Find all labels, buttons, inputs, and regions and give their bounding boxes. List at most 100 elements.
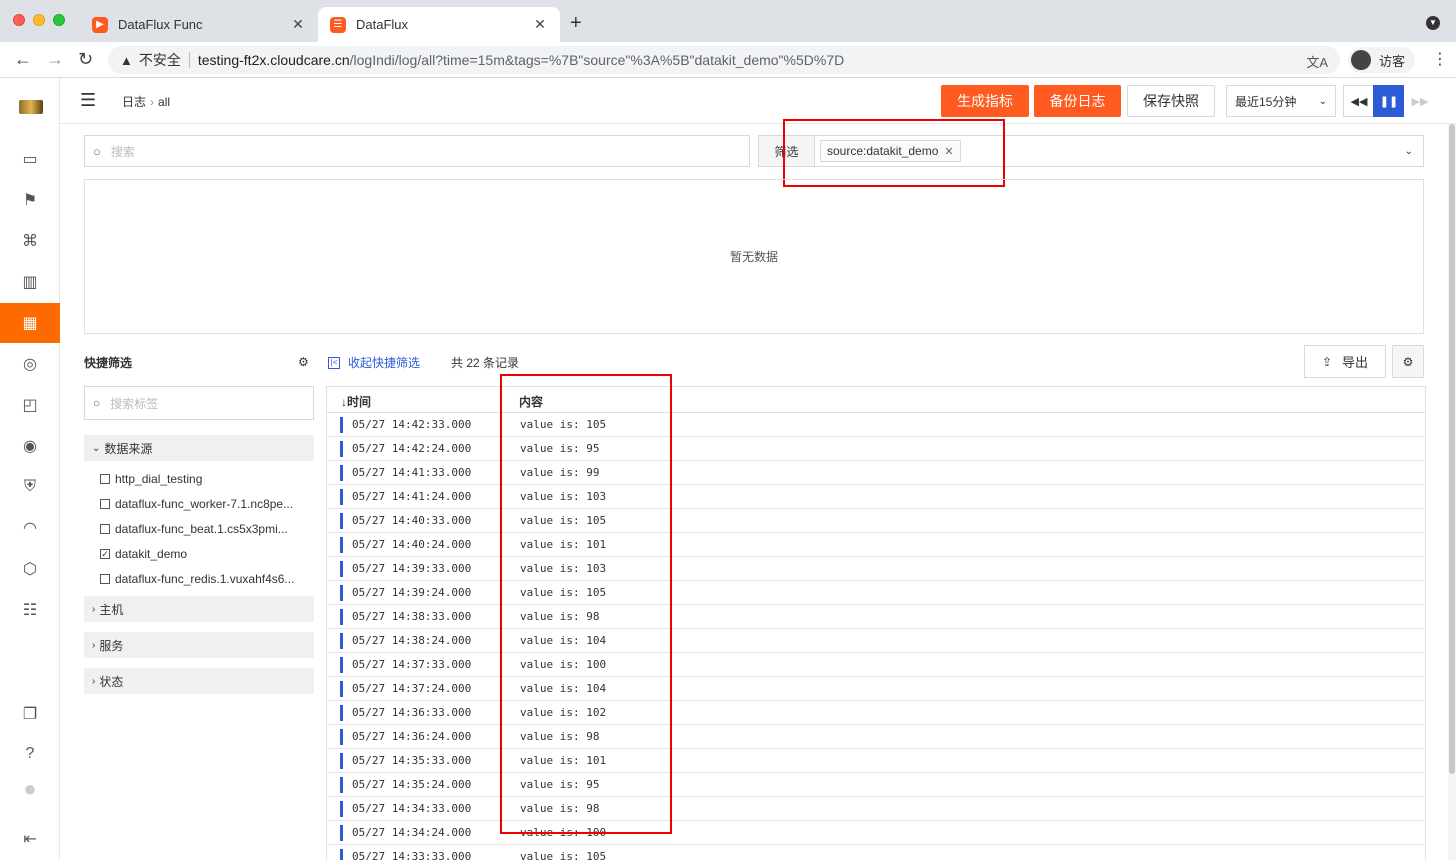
- table-row[interactable]: 05/27 14:41:33.000 value is: 99: [327, 461, 1425, 485]
- reload-icon[interactable]: ↻: [78, 50, 93, 68]
- remove-tag-icon[interactable]: ✕: [944, 145, 953, 158]
- table-row[interactable]: 05/27 14:39:33.000 value is: 103: [327, 557, 1425, 581]
- table-row[interactable]: 05/27 14:38:33.000 value is: 98: [327, 605, 1425, 629]
- help-icon[interactable]: ?: [0, 734, 60, 774]
- row-time: 05/27 14:37:33.000: [352, 658, 472, 671]
- close-tab-icon[interactable]: ✕: [532, 16, 548, 33]
- group-service[interactable]: › 服务: [84, 632, 314, 658]
- monitor-icon[interactable]: ▭: [0, 139, 60, 179]
- shield-icon[interactable]: ⛨: [0, 467, 60, 507]
- gear-icon[interactable]: ⚙: [298, 355, 309, 369]
- gear-icon: ⚙: [1402, 354, 1414, 369]
- collapse-menu-icon[interactable]: ⇤: [0, 819, 60, 859]
- facet-item[interactable]: dataflux-func_redis.1.vuxahf4s6...: [100, 572, 312, 586]
- export-button[interactable]: ⇪ 导出: [1304, 345, 1386, 378]
- tab-search-icon[interactable]: ▼: [1426, 16, 1440, 30]
- status-indicator: [340, 681, 343, 697]
- dataflux-favicon-icon: ☰: [330, 16, 346, 33]
- browser-tab-dataflux[interactable]: ☰ DataFlux ✕: [318, 7, 560, 42]
- forward-arrow-icon[interactable]: →: [46, 50, 64, 68]
- dial-icon[interactable]: ◠: [0, 508, 60, 548]
- table-row[interactable]: 05/27 14:35:24.000 value is: 95: [327, 773, 1425, 797]
- chevron-down-icon[interactable]: ⌄: [1405, 146, 1413, 157]
- filter-input[interactable]: 筛选 source:datakit_demo ✕ ⌄: [758, 135, 1424, 167]
- checkbox[interactable]: [100, 524, 110, 534]
- minimize-window-button[interactable]: [33, 14, 45, 26]
- facet-item[interactable]: http_dial_testing: [100, 472, 312, 486]
- table-row[interactable]: 05/27 14:40:24.000 value is: 101: [327, 533, 1425, 557]
- cube-icon[interactable]: ⬡: [0, 549, 60, 589]
- fast-forward-button[interactable]: ▶▶: [1404, 85, 1436, 117]
- search-input[interactable]: ○ 搜索: [84, 135, 750, 167]
- table-row[interactable]: 05/27 14:42:33.000 value is: 105: [327, 413, 1425, 437]
- generate-metric-button[interactable]: 生成指标: [941, 85, 1029, 117]
- broadcast-icon[interactable]: ◉: [0, 426, 60, 466]
- row-content: value is: 101: [520, 538, 607, 551]
- table-row[interactable]: 05/27 14:34:33.000 value is: 98: [327, 797, 1425, 821]
- facet-item[interactable]: dataflux-func_worker-7.1.nc8pe...: [100, 497, 312, 511]
- pause-button[interactable]: ❚❚: [1373, 85, 1405, 117]
- menu-icon[interactable]: ☰: [80, 90, 96, 111]
- table-row[interactable]: 05/27 14:41:24.000 value is: 103: [327, 485, 1425, 509]
- table-row[interactable]: 05/27 14:34:24.000 value is: 100: [327, 821, 1425, 845]
- flag-icon[interactable]: ⚑: [0, 180, 60, 220]
- command-icon[interactable]: ⌘: [0, 221, 60, 261]
- workspace-logo[interactable]: [19, 100, 43, 114]
- filter-tag[interactable]: source:datakit_demo ✕: [820, 140, 961, 162]
- collapse-quick-filter-link[interactable]: |< 收起快捷筛选: [328, 354, 420, 371]
- app-sidebar: ▭ ⚑ ⌘ ▥ ▦ ◎ ◰ ◉ ⛨ ◠ ⬡ ☷ ❐ ? ● ⇤: [0, 78, 60, 860]
- insecure-label[interactable]: 不安全: [139, 50, 181, 70]
- checkbox[interactable]: [100, 499, 110, 509]
- row-content: value is: 100: [520, 658, 607, 671]
- table-row[interactable]: 05/27 14:37:33.000 value is: 100: [327, 653, 1425, 677]
- facet-item[interactable]: ✓ datakit_demo: [100, 547, 312, 561]
- target-icon[interactable]: ◎: [0, 344, 60, 384]
- table-row[interactable]: 05/27 14:36:33.000 value is: 102: [327, 701, 1425, 725]
- checkbox[interactable]: [100, 474, 110, 484]
- translate-icon[interactable]: 文A: [1306, 52, 1328, 71]
- table-row[interactable]: 05/27 14:40:33.000 value is: 105: [327, 509, 1425, 533]
- log-calendar-icon[interactable]: ▦: [0, 303, 60, 343]
- table-row[interactable]: 05/27 14:36:24.000 value is: 98: [327, 725, 1425, 749]
- row-content: value is: 98: [520, 802, 600, 815]
- row-time: 05/27 14:41:33.000: [352, 466, 472, 479]
- bar-chart-icon[interactable]: ▥: [0, 262, 60, 302]
- group-data-source[interactable]: ⌄ 数据来源: [84, 435, 314, 461]
- close-window-button[interactable]: [13, 14, 25, 26]
- url-bar[interactable]: ▲ 不安全 testing-ft2x.cloudcare.cn/logIndi/…: [108, 46, 1340, 74]
- clipboard-icon[interactable]: ❐: [0, 694, 60, 734]
- quick-filter-title: 快捷筛选: [84, 356, 133, 370]
- checkbox-checked[interactable]: ✓: [100, 549, 110, 559]
- maximize-window-button[interactable]: [53, 14, 65, 26]
- table-row[interactable]: 05/27 14:38:24.000 value is: 104: [327, 629, 1425, 653]
- breadcrumb-logs[interactable]: 日志: [122, 95, 146, 109]
- time-range-select[interactable]: 最近15分钟 ⌄: [1226, 85, 1336, 117]
- tag-search-input[interactable]: ○ 搜索标签: [84, 386, 314, 420]
- trend-chart-icon[interactable]: ◰: [0, 385, 60, 425]
- facet-item[interactable]: dataflux-func_beat.1.cs5x3pmi...: [100, 522, 312, 536]
- save-snapshot-button[interactable]: 保存快照: [1127, 85, 1215, 117]
- back-arrow-icon[interactable]: ←: [14, 50, 32, 68]
- page-scrollbar[interactable]: [1448, 124, 1456, 860]
- table-row[interactable]: 05/27 14:33:33.000 value is: 105: [327, 845, 1425, 860]
- sliders-icon[interactable]: ☷: [0, 590, 60, 630]
- browser-tab-dataflux-func[interactable]: ▶ DataFlux Func ✕: [80, 7, 318, 42]
- close-tab-icon[interactable]: ✕: [290, 16, 306, 33]
- backup-logs-button[interactable]: 备份日志: [1034, 85, 1121, 117]
- table-row[interactable]: 05/27 14:42:24.000 value is: 95: [327, 437, 1425, 461]
- browser-address-bar: ← → ↻ ▲ 不安全 testing-ft2x.cloudcare.cn/lo…: [0, 42, 1456, 78]
- group-status[interactable]: › 状态: [84, 668, 314, 694]
- checkbox[interactable]: [100, 574, 110, 584]
- table-row[interactable]: 05/27 14:37:24.000 value is: 104: [327, 677, 1425, 701]
- profile-button[interactable]: 访客: [1348, 47, 1416, 73]
- new-tab-button[interactable]: +: [570, 13, 582, 33]
- rewind-button[interactable]: ◀◀: [1343, 85, 1375, 117]
- table-row[interactable]: 05/27 14:35:33.000 value is: 101: [327, 749, 1425, 773]
- table-row[interactable]: 05/27 14:39:24.000 value is: 105: [327, 581, 1425, 605]
- browser-menu-icon[interactable]: ⋮: [1432, 52, 1448, 68]
- user-avatar-icon[interactable]: ●: [0, 769, 60, 809]
- chevron-right-icon: ›: [92, 639, 96, 651]
- table-settings-button[interactable]: ⚙: [1392, 345, 1424, 378]
- group-host[interactable]: › 主机: [84, 596, 314, 622]
- column-header-time[interactable]: ↓时间: [341, 393, 371, 410]
